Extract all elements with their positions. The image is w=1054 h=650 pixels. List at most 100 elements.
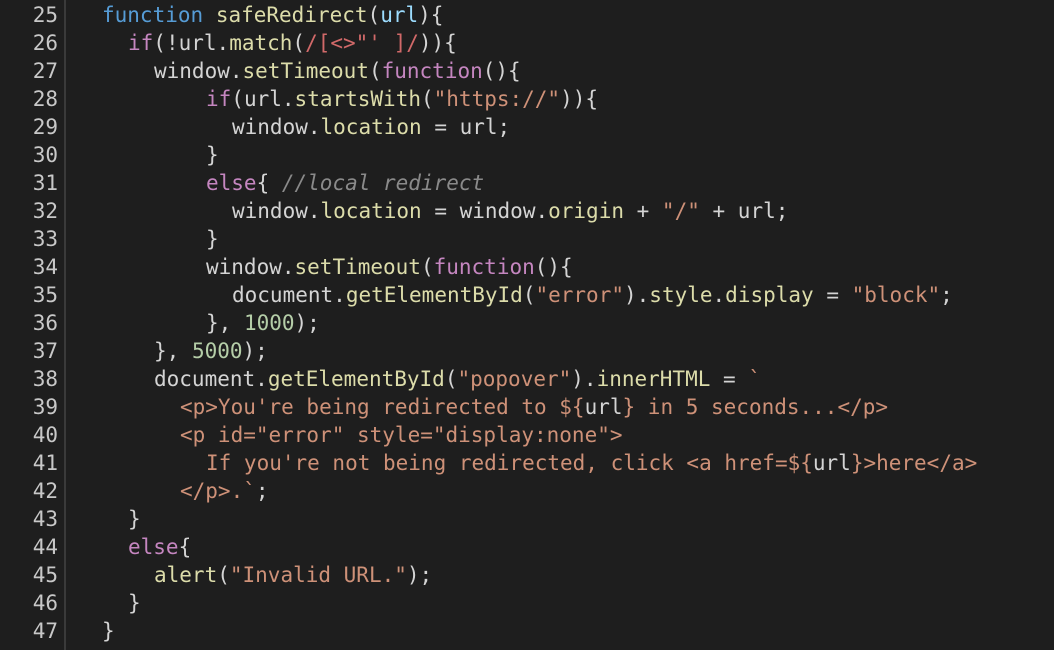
code-line[interactable]: <p>You're being redirected to ${url} in … <box>180 393 888 421</box>
code-token: <p>You're being redirected to ${ <box>180 395 585 419</box>
code-token: (){ <box>482 59 521 83</box>
code-token: ( <box>217 563 230 587</box>
code-token: url <box>584 395 623 419</box>
line-number: 37 <box>32 339 58 363</box>
code-line[interactable]: window.setTimeout(function(){ <box>154 57 521 85</box>
code-token: ( <box>420 87 434 111</box>
code-line[interactable]: window.setTimeout(function(){ <box>206 253 573 281</box>
code-token: ). <box>571 367 597 391</box>
code-token: style <box>649 283 713 307</box>
code-token: If you're not being redirected, click <a… <box>206 451 813 475</box>
code-token: 1000 <box>243 311 295 335</box>
code-line[interactable]: window.location = url; <box>232 113 510 141</box>
code-token: setTimeout <box>294 255 421 279</box>
code-line[interactable]: if(url.startsWith("https://")){ <box>206 85 598 113</box>
code-token: }, <box>154 339 192 363</box>
code-token: 5000 <box>191 339 243 363</box>
code-line[interactable]: }, 5000); <box>154 337 268 365</box>
line-number-gutter: 25 26 27 28 29 30 31 32 33 34 35 36 37 38 39 40 41 42 43 44… <box>0 0 66 650</box>
code-token: document <box>232 283 334 307</box>
code-line[interactable]: </p>.`; <box>180 477 269 505</box>
code-token: "/" <box>661 199 700 223</box>
line-number: 38 <box>32 367 58 391</box>
code-line[interactable]: } <box>128 505 141 533</box>
code-token: function <box>433 255 535 279</box>
code-line[interactable]: } <box>102 617 115 645</box>
code-token: function <box>102 3 204 27</box>
code-line[interactable]: <p id="error" style="display:none"> <box>180 421 623 449</box>
code-line[interactable]: }, 1000); <box>206 309 320 337</box>
code-line[interactable]: } <box>206 141 219 169</box>
code-token: ; <box>255 479 269 503</box>
code-token: if <box>128 31 154 55</box>
code-token: startsWith <box>294 87 421 111</box>
code-token: . <box>535 199 549 223</box>
code-token: } <box>206 143 219 167</box>
code-token: "https://" <box>433 87 561 111</box>
code-token: display <box>725 283 814 307</box>
line-number: 42 <box>32 479 58 503</box>
code-line[interactable]: } <box>128 589 141 617</box>
code-token: window <box>154 59 230 83</box>
line-number: 46 <box>32 591 58 615</box>
code-token: . <box>307 115 321 139</box>
line-number: 35 <box>32 283 58 307</box>
code-token: ( <box>367 3 381 27</box>
code-line[interactable]: If you're not being redirected, click <a… <box>206 449 977 477</box>
code-token: + <box>623 199 662 223</box>
code-token: "error" <box>535 283 624 307</box>
code-token: url <box>178 31 217 55</box>
code-token: . <box>333 283 346 307</box>
code-token: "popover" <box>457 367 572 391</box>
line-number: 28 <box>32 87 58 111</box>
code-token: } in 5 seconds...</p> <box>622 395 889 419</box>
code-token: { <box>178 535 192 559</box>
code-token: else <box>206 171 257 195</box>
code-token: { <box>256 171 282 195</box>
code-token: = <box>710 367 749 391</box>
code-token: match <box>229 31 293 55</box>
code-token: . <box>307 199 321 223</box>
code-token: + <box>699 199 738 223</box>
code-token: )){ <box>560 87 599 111</box>
code-area[interactable]: function safeRedirect(url){if(!url.match… <box>66 0 1054 650</box>
code-line[interactable]: window.location = window.origin + "/" + … <box>232 197 788 225</box>
code-token: (){ <box>534 255 573 279</box>
code-token: /[<>"' ]/ <box>305 31 419 55</box>
code-line[interactable]: } <box>206 225 219 253</box>
code-token: . <box>281 255 295 279</box>
code-line[interactable]: document.getElementById("popover").inner… <box>154 365 761 393</box>
line-number: 33 <box>32 227 58 251</box>
code-line[interactable]: if(!url.match(/[<>"' ]/)){ <box>128 29 457 57</box>
code-line[interactable]: document.getElementById("error").style.d… <box>232 281 953 309</box>
code-token: . <box>281 87 295 111</box>
code-token: document <box>154 367 256 391</box>
code-token: ; <box>497 115 511 139</box>
code-token: . <box>229 59 243 83</box>
code-token: location <box>320 199 422 223</box>
code-token: origin <box>548 199 624 223</box>
code-token: window <box>232 115 308 139</box>
code-token: window <box>459 199 536 223</box>
code-line[interactable]: else{ <box>128 533 191 561</box>
code-token: ; <box>775 199 789 223</box>
code-editor[interactable]: 25 26 27 28 29 30 31 32 33 34 35 36 37 38 39 40 41 42 43 44… <box>0 0 1054 650</box>
line-number: 27 <box>32 59 58 83</box>
line-number: 25 <box>32 3 58 27</box>
code-token: ( <box>368 59 382 83</box>
code-token: }>here</a> <box>850 451 978 475</box>
code-token: setTimeout <box>242 59 369 83</box>
code-token: }, <box>206 311 244 335</box>
code-line[interactable]: else{ //local redirect <box>206 169 484 197</box>
code-token: } <box>128 507 141 531</box>
code-token: = <box>421 115 460 139</box>
code-token: getElementById <box>345 283 523 307</box>
code-token: innerHTML <box>596 367 711 391</box>
code-token: "Invalid URL." <box>229 563 407 587</box>
line-number: 41 <box>32 451 58 475</box>
code-token: url <box>459 115 498 139</box>
code-line[interactable]: function safeRedirect(url){ <box>102 1 443 29</box>
code-token: if <box>206 87 232 111</box>
code-line[interactable]: alert("Invalid URL."); <box>154 561 432 589</box>
